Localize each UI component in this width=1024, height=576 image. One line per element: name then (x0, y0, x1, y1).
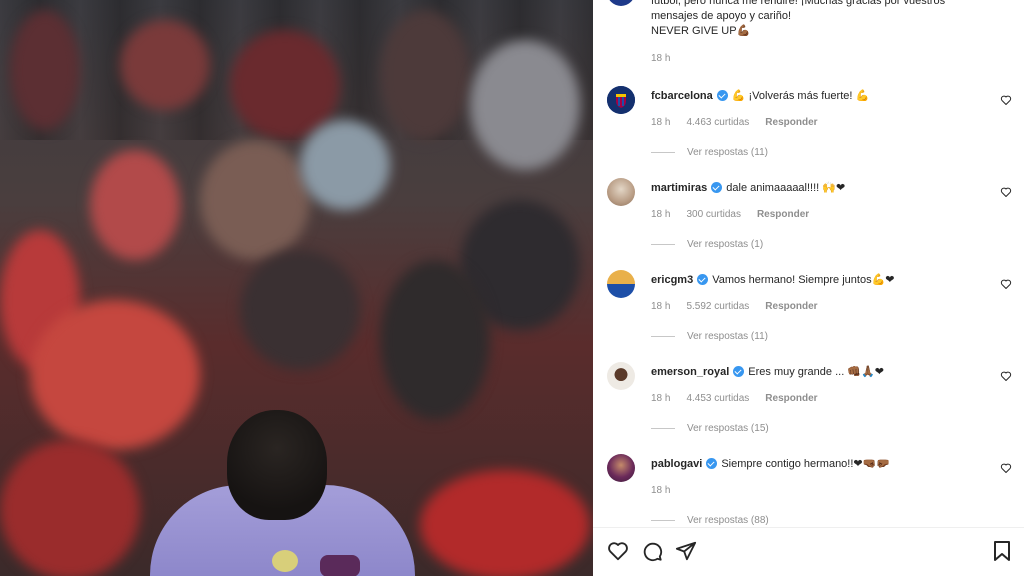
author-avatar[interactable] (607, 0, 635, 6)
verified-icon (697, 274, 709, 285)
crowd-figure (200, 140, 310, 260)
crowd-figure (10, 10, 80, 130)
comment-likes[interactable]: 4.463 curtidas (686, 117, 749, 128)
comment-time: 18 h (651, 485, 671, 496)
crowd-figure (380, 260, 490, 420)
comment-item: pablogavi Siempre contigo hermano!!❤🤜🏾🤛🏾… (593, 454, 1024, 546)
avatar[interactable] (607, 270, 635, 298)
comment-text: Siempre contigo hermano!!❤🤜🏾🤛🏾 (721, 458, 891, 470)
crowd-figure (90, 150, 180, 260)
avatar[interactable] (607, 178, 635, 206)
replies-divider (651, 428, 675, 429)
caption-line: NEVER GIVE UP💪🏾 (651, 25, 751, 37)
view-replies-button[interactable]: Ver respostas (15) (651, 423, 769, 434)
view-replies-label: Ver respostas (11) (687, 331, 768, 342)
comment-username[interactable]: pablogavi (651, 458, 702, 470)
view-replies-button[interactable]: Ver respostas (11) (651, 147, 768, 158)
replies-divider (651, 152, 675, 153)
view-replies-label: Ver respostas (15) (687, 423, 769, 434)
comment-text: Vamos hermano! Siempre juntos💪❤ (712, 274, 895, 286)
verified-icon (711, 182, 723, 193)
crowd-figure (470, 40, 580, 170)
replies-divider (651, 244, 675, 245)
verified-icon (733, 366, 745, 377)
crowd-figure (300, 120, 390, 210)
heart-icon[interactable] (1000, 462, 1012, 474)
comment-item: ericgm3 Vamos hermano! Siempre juntos💪❤ … (593, 270, 1024, 362)
comment-time: 18 h (651, 117, 671, 128)
comment-time: 18 h (651, 209, 671, 220)
comment-likes[interactable]: 5.592 curtidas (686, 301, 749, 312)
avatar[interactable] (607, 362, 635, 390)
bookmark-icon[interactable] (992, 540, 1012, 562)
avatar[interactable] (607, 86, 635, 114)
crowd-figure (120, 20, 210, 110)
comment-likes[interactable]: 4.453 curtidas (686, 393, 749, 404)
reply-button[interactable]: Responder (765, 393, 817, 404)
comment-likes[interactable]: 300 curtidas (686, 209, 740, 220)
comment-item: emerson_royal Eres muy grande ... 👊🏾🙏🏾❤ … (593, 362, 1024, 454)
crowd-figure (420, 470, 590, 576)
heart-icon[interactable] (1000, 370, 1012, 382)
crowd-figure (0, 440, 140, 576)
shirt-club-crest (320, 555, 360, 576)
comment-text: 💪 ¡Volverás más fuerte! 💪 (731, 90, 870, 102)
view-replies-button[interactable]: Ver respostas (1) (651, 239, 763, 250)
share-icon[interactable] (675, 540, 697, 562)
crowd-figure (230, 30, 340, 140)
comment-username[interactable]: emerson_royal (651, 366, 729, 378)
post-photo[interactable] (0, 0, 593, 576)
shirt-sponsor-logo (272, 550, 298, 572)
caption-timestamp: 18 h (651, 53, 671, 64)
club-crest-icon (607, 86, 635, 114)
reply-button[interactable]: Responder (765, 117, 817, 128)
comment-item: martimiras dale animaaaaal!!!! 🙌❤ 18 h 3… (593, 178, 1024, 270)
comment-item: fcbarcelona 💪 ¡Volverás más fuerte! 💪 18… (593, 86, 1024, 178)
view-replies-label: Ver respostas (88) (687, 515, 769, 526)
player-head (227, 410, 327, 520)
comment-icon[interactable] (641, 540, 663, 562)
caption-line: fútbol, pero nunca me rendiré! ¡Muchas g… (651, 0, 946, 7)
post-caption: fútbol, pero nunca me rendiré! ¡Muchas g… (651, 0, 1011, 39)
reply-button[interactable]: Responder (757, 209, 809, 220)
action-bar-divider (593, 527, 1024, 528)
heart-icon[interactable] (1000, 278, 1012, 290)
view-replies-button[interactable]: Ver respostas (11) (651, 331, 768, 342)
replies-divider (651, 520, 675, 521)
view-replies-label: Ver respostas (1) (687, 239, 764, 250)
heart-icon[interactable] (607, 540, 629, 562)
verified-icon (706, 458, 718, 469)
heart-icon[interactable] (1000, 94, 1012, 106)
view-replies-button[interactable]: Ver respostas (88) (651, 515, 769, 526)
avatar[interactable] (607, 454, 635, 482)
comment-time: 18 h (651, 393, 671, 404)
player-figure (150, 405, 415, 576)
crowd-figure (240, 250, 360, 370)
heart-icon[interactable] (1000, 186, 1012, 198)
comment-username[interactable]: fcbarcelona (651, 90, 713, 102)
caption-line: mensajes de apoyo y cariño! (651, 10, 792, 22)
action-bar (607, 540, 697, 562)
comment-text: dale animaaaaal!!!! 🙌❤ (726, 182, 846, 194)
comment-time: 18 h (651, 301, 671, 312)
comment-username[interactable]: martimiras (651, 182, 707, 194)
replies-divider (651, 336, 675, 337)
verified-icon (716, 90, 728, 101)
crowd-figure (380, 10, 470, 140)
comment-text: Eres muy grande ... 👊🏾🙏🏾❤ (748, 366, 884, 378)
reply-button[interactable]: Responder (765, 301, 817, 312)
comments-panel: fútbol, pero nunca me rendiré! ¡Muchas g… (593, 0, 1024, 576)
view-replies-label: Ver respostas (11) (687, 147, 768, 158)
comment-username[interactable]: ericgm3 (651, 274, 693, 286)
